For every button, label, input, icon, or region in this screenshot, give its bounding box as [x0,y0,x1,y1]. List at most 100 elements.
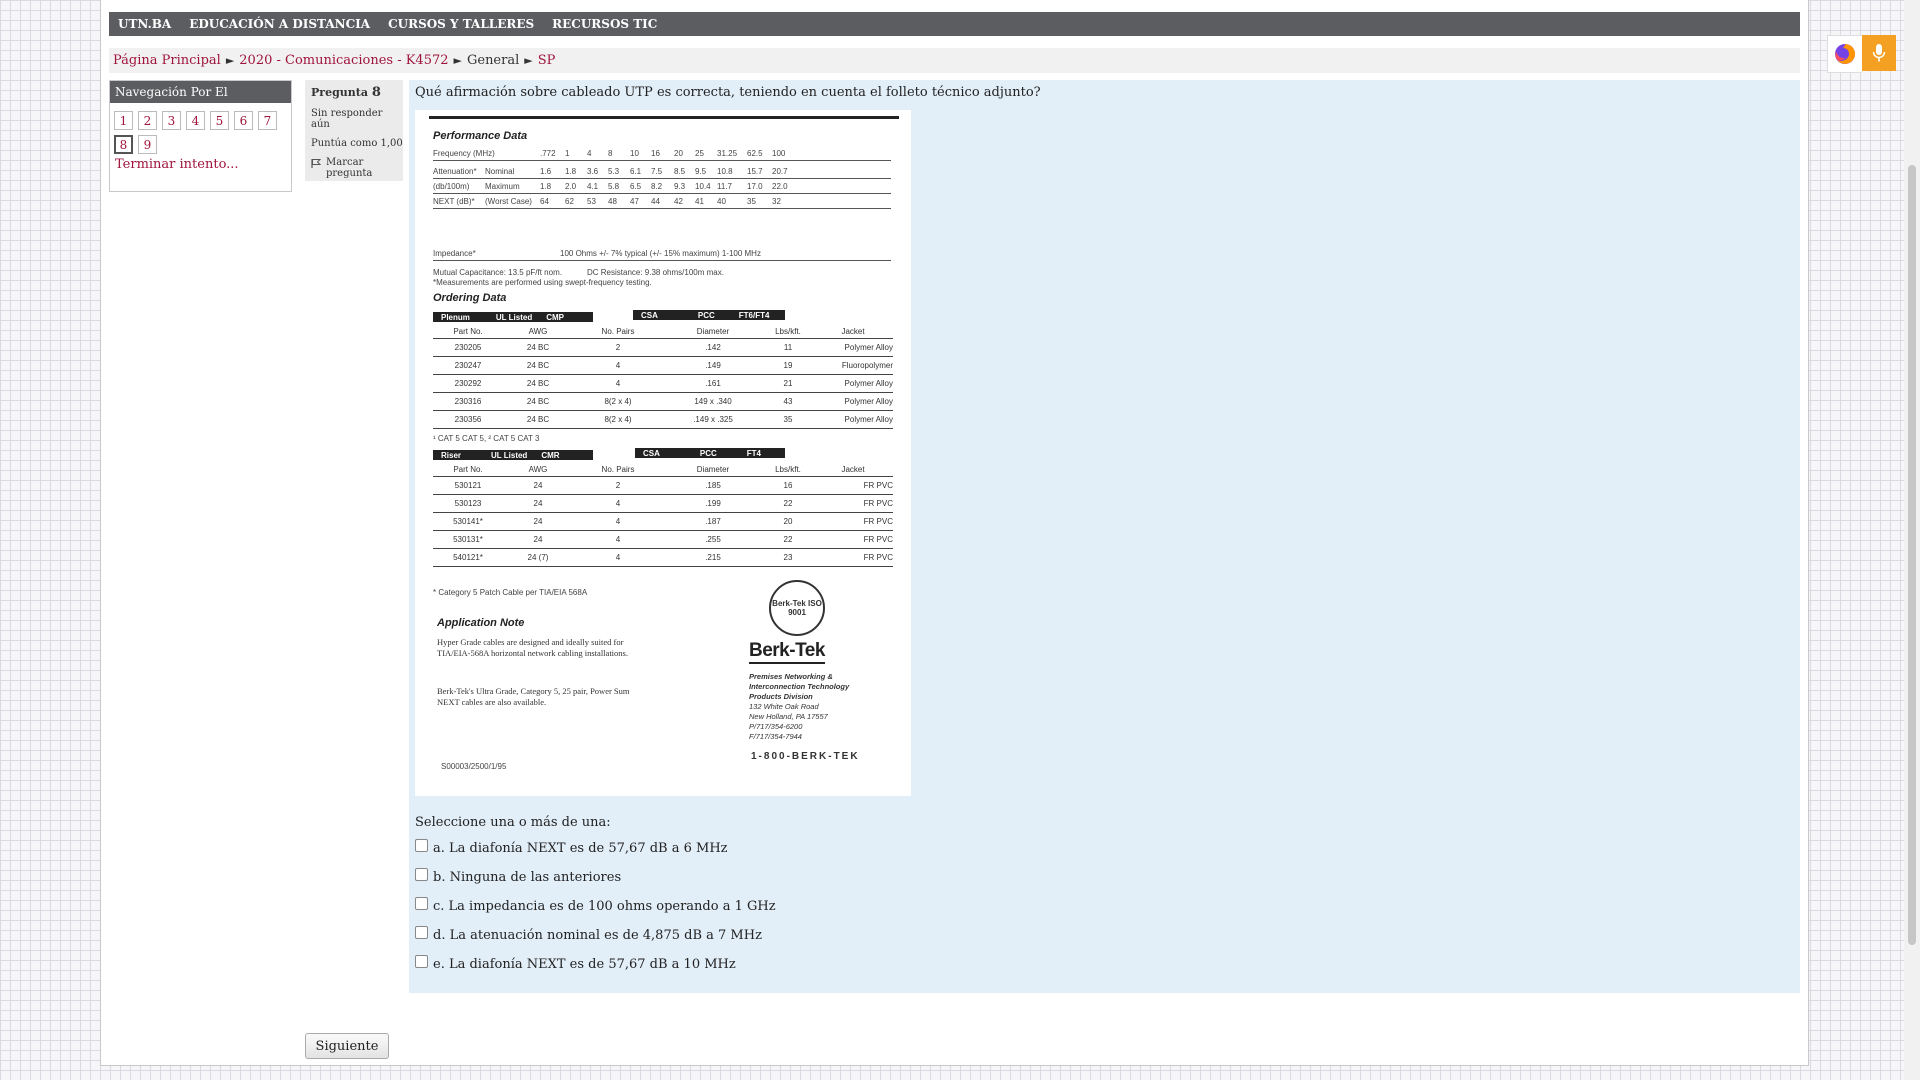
plenum-cell: 149 x .340 [663,392,763,411]
pcc-label-2: PCC [699,448,717,458]
answer-checkbox-e[interactable] [415,954,428,968]
answer-option-c[interactable]: c. La impedancia es de 100 ohms operando… [415,894,776,918]
riser-cell: FR PVC [813,494,893,513]
answer-label-c[interactable]: c. La impedancia es de 100 ohms operando… [433,899,776,914]
next-button[interactable]: Siguiente [305,1033,389,1059]
answer-choices: Seleccione una o más de una: a. La diafo… [415,815,776,976]
frequency-value: .772 [540,149,556,158]
riser-cmr-label: CMR [541,450,560,460]
answer-option-b[interactable]: b. Ninguna de las anteriores [415,865,776,889]
question-nav-button-9[interactable]: 9 [138,135,157,154]
plenum-cell: 24 BC [503,392,573,411]
riser-cell: 4 [573,494,663,513]
plenum-ul-label: UL Listed [495,312,533,322]
answer-checkbox-d[interactable] [415,925,428,939]
application-note-title: Application Note [437,617,525,629]
csa-bar: CSA PCC FT6/FT4 [633,310,785,320]
answer-label-a[interactable]: a. La diafonía NEXT es de 57,67 dB a 6 M… [433,841,728,856]
datasheet-top-rule [429,116,899,119]
question-label: Pregunta [311,86,368,99]
plenum-cell: .149 [663,356,763,375]
answer-checkbox-a[interactable] [415,838,428,852]
impedance-label: Impedance* [433,249,476,258]
plenum-cell: Polymer Alloy [813,392,893,411]
page-scrollbar[interactable] [1904,0,1920,1080]
answer-prompt: Seleccione una o más de una: [415,815,611,830]
next-value: 42 [674,197,683,206]
question-number: Pregunta 8 [311,85,403,100]
quiz-navigation-title: Navegación Por El Cuestionario [110,81,291,121]
attenuation-nominal-value: 20.7 [772,167,788,176]
breadcrumb-course-link[interactable]: 2020 - Comunicaciones - K4572 [239,53,448,68]
nav-recursos-tic[interactable]: RECURSOS TIC [543,17,666,31]
answer-option-a[interactable]: a. La diafonía NEXT es de 57,67 dB a 6 M… [415,836,776,860]
scrollbar-thumb[interactable] [1908,165,1916,945]
question-nav-button-6[interactable]: 6 [234,111,253,130]
plenum-cell: 230292 [433,374,503,393]
question-info-panel: Pregunta 8 Sin responder aún Puntúa como… [305,80,403,181]
riser-cell: 530123 [433,494,503,513]
dc-resistance: DC Resistance: 9.38 ohms/100m max. [587,268,724,277]
plenum-cell: Polymer Alloy [813,374,893,393]
answer-checkbox-b[interactable] [415,867,428,881]
col-jacket: Jacket [813,324,893,339]
breadcrumb-current-link[interactable]: SP [538,53,556,68]
attenuation-max-value: 4.1 [587,182,599,191]
question-nav-button-8-current[interactable]: 8 [114,135,133,154]
next-value: 47 [630,197,639,206]
answer-option-e[interactable]: e. La diafonía NEXT es de 57,67 dB a 10 … [415,952,776,976]
question-nav-button-5[interactable]: 5 [210,111,229,130]
riser-cell: 4 [573,512,663,531]
riser-note: * Category 5 Patch Cable per TIA/EIA 568… [433,588,588,597]
col-pairs: No. Pairs [573,324,663,339]
question-nav-button-7[interactable]: 7 [258,111,277,130]
ft6-label: FT6/FT4 [738,310,770,320]
nav-cursos-talleres[interactable]: CURSOS Y TALLERES [379,17,543,31]
company-phone: 1-800-BERK-TEK [751,751,860,762]
plenum-cell: Fluoropolymer [813,356,893,375]
frequency-value: 8 [608,149,613,158]
question-nav-button-1[interactable]: 1 [114,111,133,130]
attenuation-max-value: 22.0 [772,182,788,191]
plenum-cell: 35 [763,410,813,429]
answer-label-b[interactable]: b. Ninguna de las anteriores [433,870,621,885]
plenum-note: ¹ CAT 5 CAT 5, ² CAT 5 CAT 3 [433,434,540,443]
question-nav-button-4[interactable]: 4 [186,111,205,130]
riser-cell: 20 [763,512,813,531]
riser-cell: FR PVC [813,512,893,531]
firefox-extension-button[interactable] [1827,35,1862,73]
answer-checkbox-c[interactable] [415,896,428,910]
application-note-text-2: Berk-Tek's Ultra Grade, Category 5, 25 p… [437,686,630,707]
plenum-row: 230247 24 BC 4.149 19 Fluoropolymer [433,356,893,375]
nav-utnba[interactable]: UTN.BA [109,17,180,31]
answer-label-d[interactable]: d. La atenuación nominal es de 4,875 dB … [433,928,762,943]
performance-data-title: Performance Data [433,130,528,142]
riser-row: 530141* 24 4.187 20 FR PVC [433,512,893,531]
finish-attempt-link[interactable]: Terminar intento... [110,157,291,172]
frequency-value: 4 [587,149,592,158]
question-nav-button-2[interactable]: 2 [138,111,157,130]
frequency-value: 10 [630,149,639,158]
answer-label-e[interactable]: e. La diafonía NEXT es de 57,67 dB a 10 … [433,957,736,972]
riser-cell: FR PVC [813,476,893,495]
address-line: New Holland, PA 17557 [749,712,828,721]
attenuation-max-value: 1.8 [540,182,552,191]
rule [433,193,891,194]
flag-question-button[interactable]: Marcar pregunta [311,157,403,179]
breadcrumb-section: General [466,53,520,68]
frequency-value: 25 [695,149,704,158]
company-address: Premises Networking & Interconnection Tec… [749,672,849,742]
answer-option-d[interactable]: d. La atenuación nominal es de 4,875 dB … [415,923,776,947]
question-nav-button-3[interactable]: 3 [162,111,181,130]
breadcrumb-home-link[interactable]: Página Principal [113,53,221,68]
quiz-navigation-block: Navegación Por El Cuestionario 1 2 3 4 5… [109,80,292,192]
breadcrumb-separator: ► [524,54,533,67]
riser-table: Part No. AWG No. Pairs Diameter Lbs/kft.… [433,462,893,567]
rule [433,178,891,179]
nav-educacion-distancia[interactable]: EDUCACIÓN A DISTANCIA [180,17,379,31]
berk-tek-logo: Berk-Tek [749,640,825,664]
plenum-cell: .149 x .325 [663,410,763,429]
voice-input-button[interactable] [1862,35,1896,71]
attenuation-nominal-value: 8.5 [674,167,686,176]
attenuation-nominal-label: Attenuation* [433,167,477,176]
